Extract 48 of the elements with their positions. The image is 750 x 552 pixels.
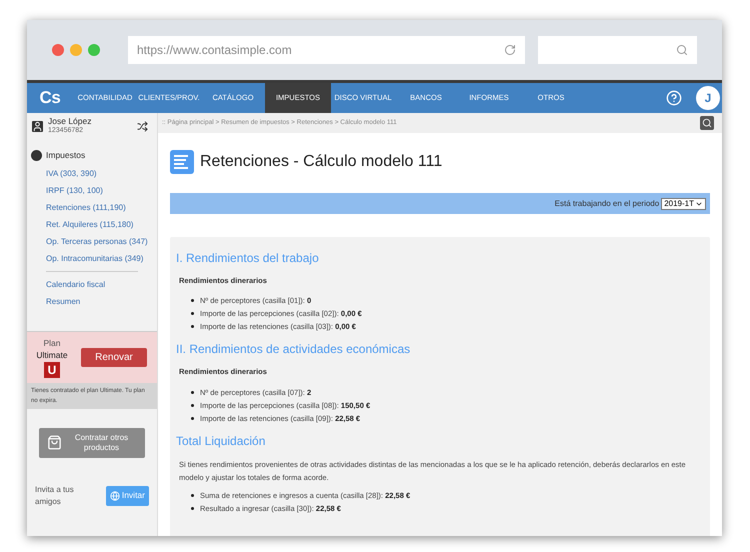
sidebar-link[interactable]: IVA (303, 390) (46, 168, 155, 179)
sidebar-link[interactable]: IRPF (130, 100) (46, 184, 155, 196)
bullet-icon (191, 312, 194, 316)
maximize-icon[interactable] (88, 44, 100, 56)
globe-icon (110, 490, 120, 501)
bullet-icon (191, 390, 194, 394)
bullet-icon (191, 416, 194, 420)
plan-badge: U (44, 362, 60, 378)
bullet-icon (191, 506, 194, 510)
plan-label: Plan (43, 336, 60, 350)
switch-icon[interactable] (137, 120, 148, 132)
invite-button[interactable]: Invitar (106, 486, 149, 506)
bullet-icon (191, 494, 194, 496)
sidebar-link[interactable]: Op. Terceras personas (347) (46, 236, 155, 247)
sidebar-link[interactable]: Resumen (46, 296, 157, 307)
avatar[interactable]: J (696, 86, 720, 110)
search-field[interactable] (538, 36, 697, 64)
bullet-icon (191, 325, 194, 328)
bullet-icon (191, 299, 194, 302)
period-label: Está trabajando en el periodo (554, 198, 660, 210)
section-heading: Total Liquidación (176, 432, 266, 450)
plan-name: Ultimate (36, 349, 68, 362)
sidebar-link[interactable]: Op. Intracomunitarias (349) (46, 252, 155, 264)
address-bar[interactable]: https://www.contasimple.com (128, 36, 526, 64)
search-icon[interactable] (676, 44, 688, 56)
invite-text: Invita a tus amigos (35, 484, 75, 508)
user-name: Jose López (48, 116, 92, 126)
logo[interactable]: Cs (27, 85, 73, 111)
renew-button[interactable]: Renovar (81, 348, 147, 367)
close-icon[interactable] (52, 44, 64, 56)
products-button[interactable]: Contratar otros productos (39, 428, 145, 458)
bullet-icon (191, 404, 194, 406)
bag-icon (47, 435, 62, 450)
sidebar-link[interactable]: Ret. Alquileres (115,180) (46, 218, 155, 230)
search-icon (702, 118, 712, 128)
user-icon (32, 120, 43, 132)
search-button[interactable] (700, 116, 714, 130)
sidebar-link[interactable]: Calendario fiscal (46, 278, 157, 290)
document-icon (170, 150, 194, 174)
section-title: Impuestos (46, 149, 86, 162)
sidebar-link[interactable]: Retenciones (111,190) (46, 202, 155, 213)
period-select[interactable]: 2019-1T (661, 198, 706, 210)
section-heading: I. Rendimientos del trabajo (176, 250, 320, 267)
url-text: https://www.contasimple.com (137, 42, 292, 59)
reload-icon[interactable] (504, 44, 516, 56)
section-heading: II. Rendimientos de actividades económicas (176, 341, 412, 358)
page-title: Retenciones - Cálculo modelo 111 (200, 152, 442, 172)
help-icon[interactable] (666, 90, 682, 106)
